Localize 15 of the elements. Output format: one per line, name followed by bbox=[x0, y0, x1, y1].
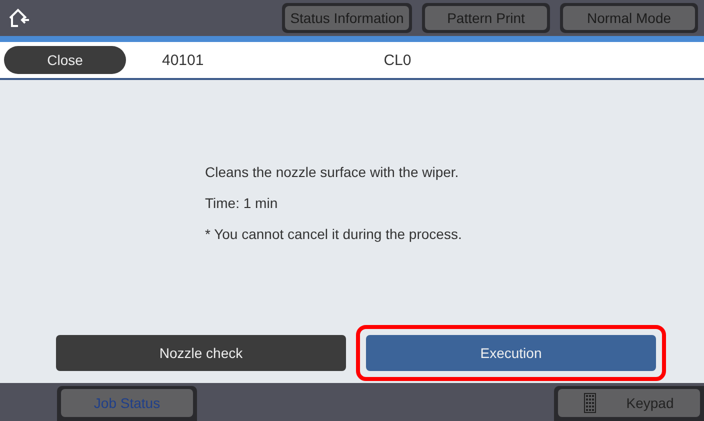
header-button[interactable]: Normal Mode bbox=[563, 6, 695, 30]
message-text: Time: 1 min bbox=[205, 195, 279, 211]
item-name: CL0 bbox=[384, 52, 412, 68]
message-text: * You cannot cancel it during the process. bbox=[205, 226, 463, 242]
message-text: Cleans the nozzle surface with the wiper. bbox=[205, 164, 460, 180]
keypad-button[interactable]: Keypad bbox=[558, 389, 700, 417]
keypad-icon bbox=[584, 393, 596, 413]
home-icon[interactable] bbox=[8, 8, 30, 28]
nozzle-check-button[interactable]: Nozzle check bbox=[56, 335, 346, 371]
execution-button[interactable]: Execution bbox=[366, 335, 656, 371]
item-code: 40101 bbox=[162, 52, 204, 68]
header-button[interactable]: Status Information bbox=[285, 6, 409, 30]
close-button[interactable]: Close bbox=[4, 46, 126, 74]
job-status-button[interactable]: Job Status bbox=[61, 389, 193, 417]
header-button[interactable]: Pattern Print bbox=[425, 6, 547, 30]
